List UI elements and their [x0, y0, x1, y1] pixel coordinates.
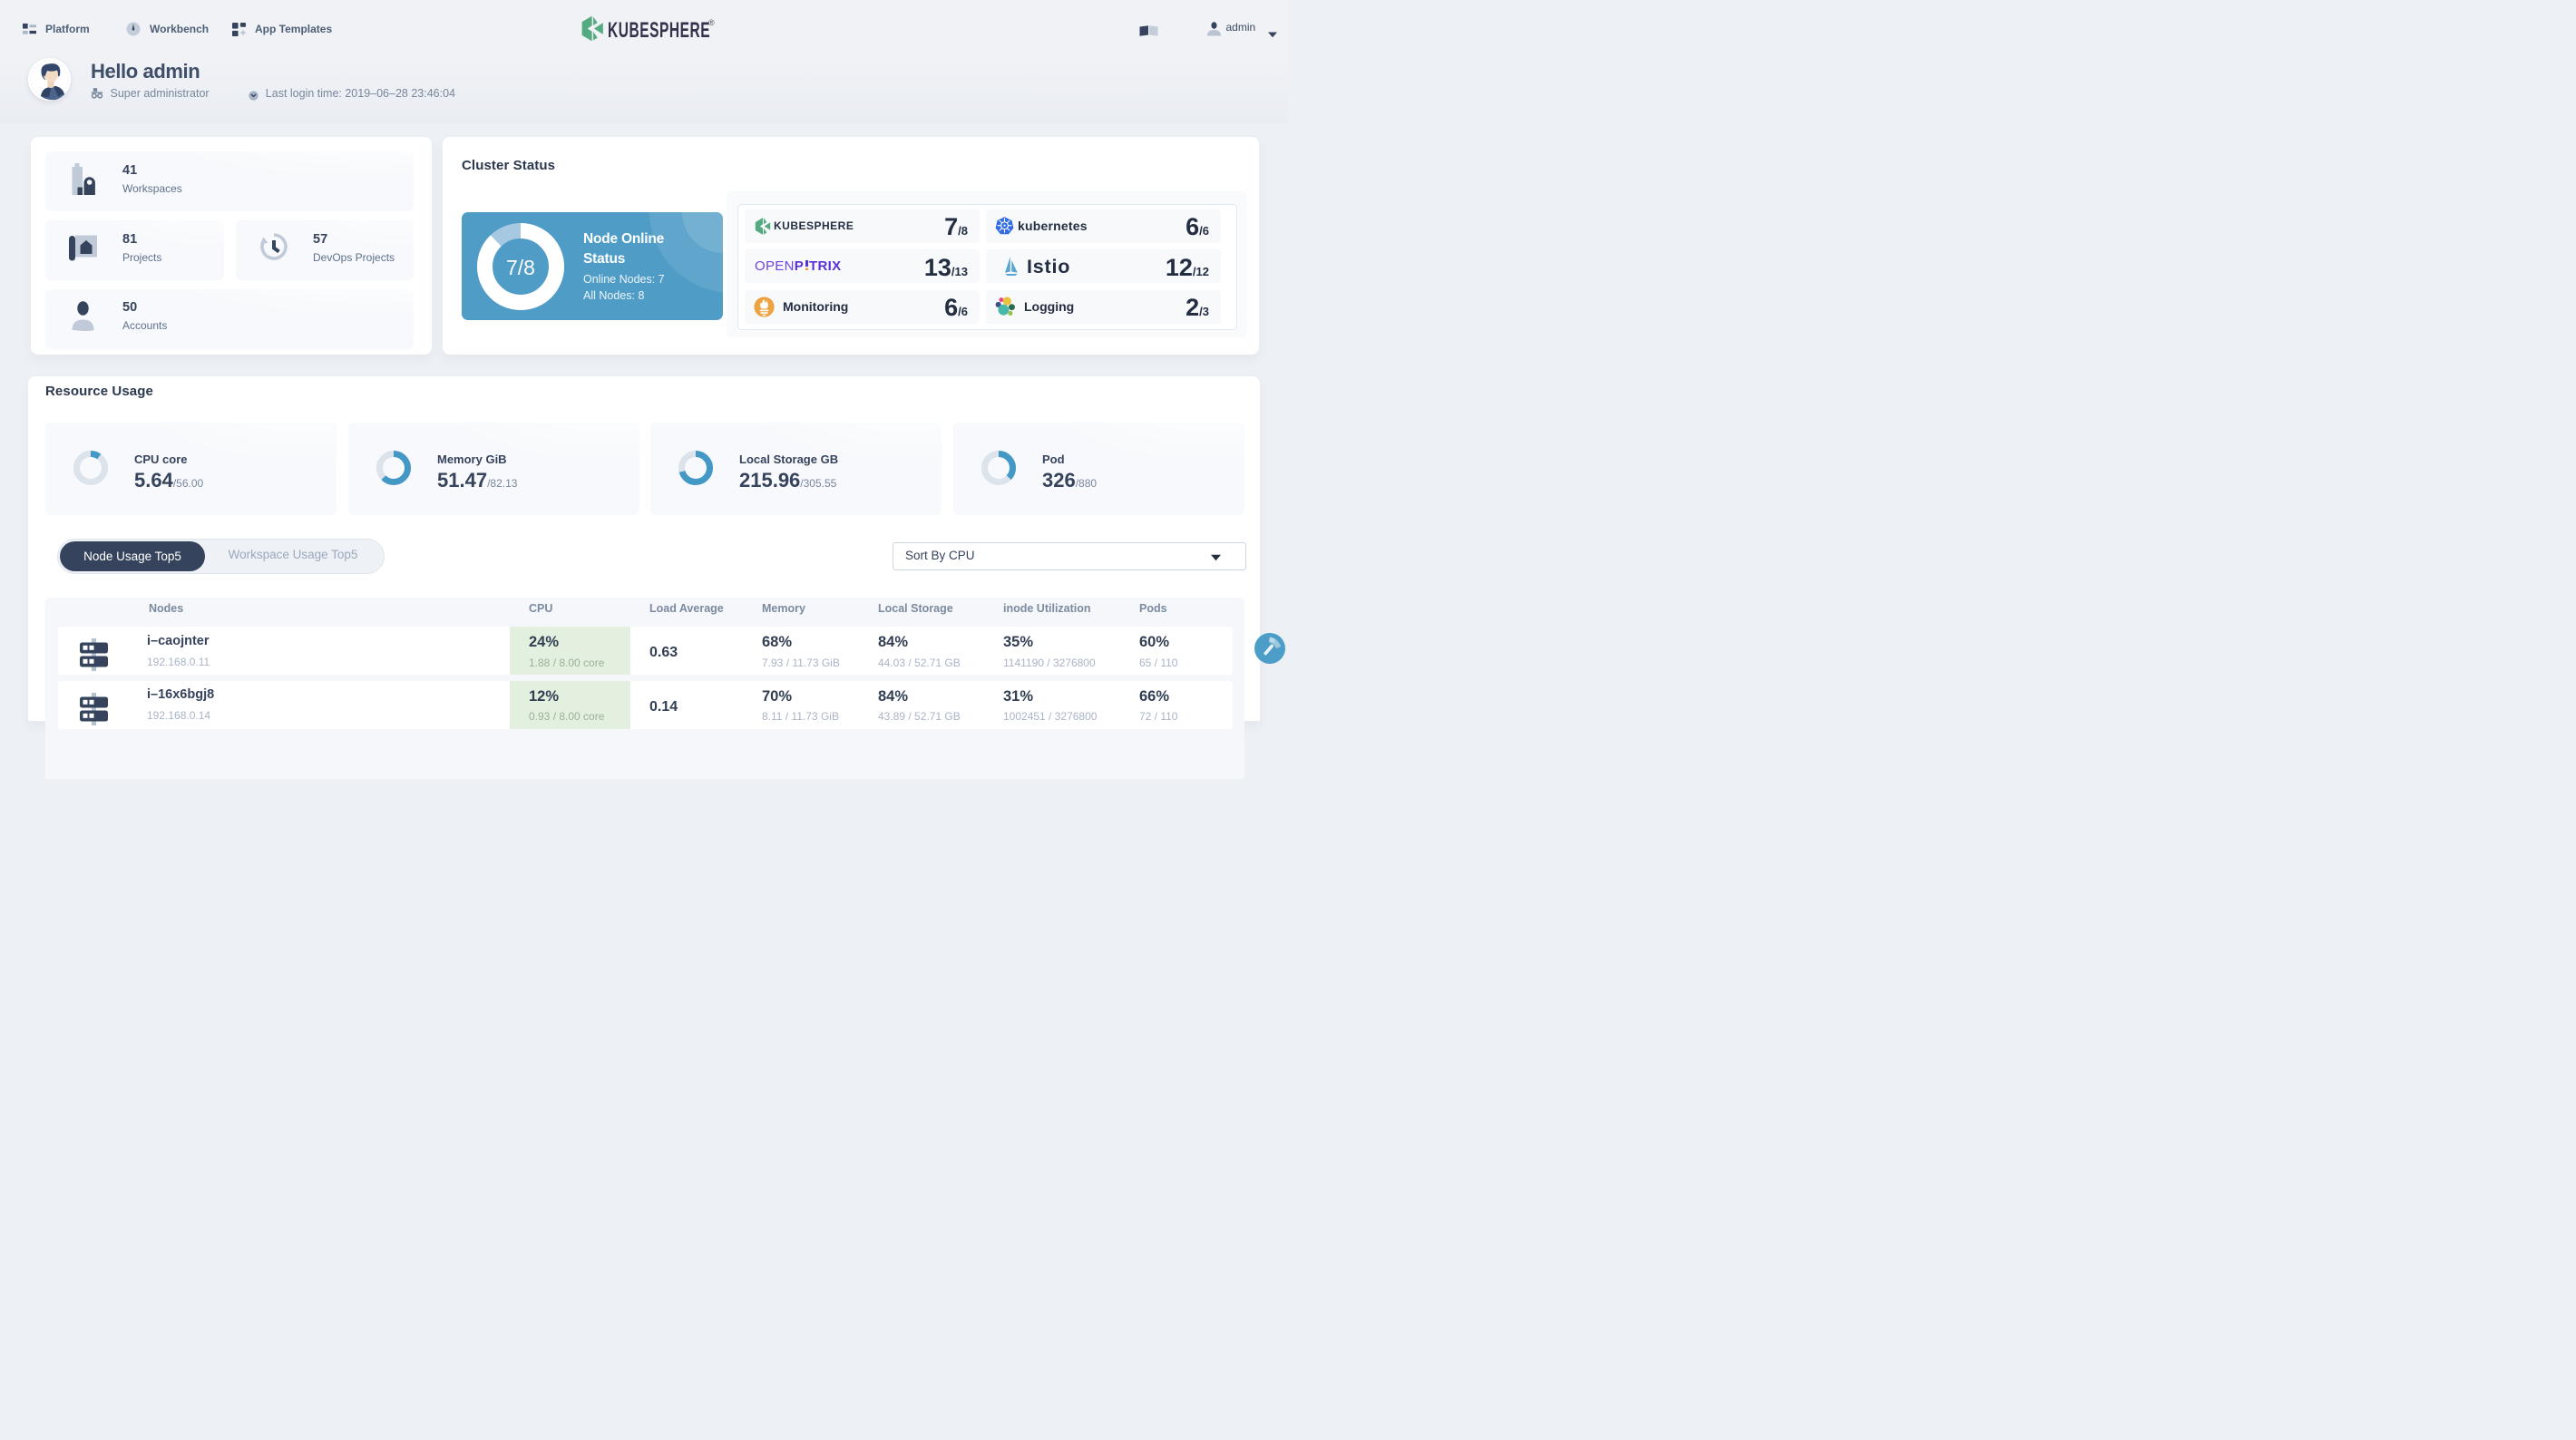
svg-text:7/8: 7/8 — [506, 256, 535, 279]
